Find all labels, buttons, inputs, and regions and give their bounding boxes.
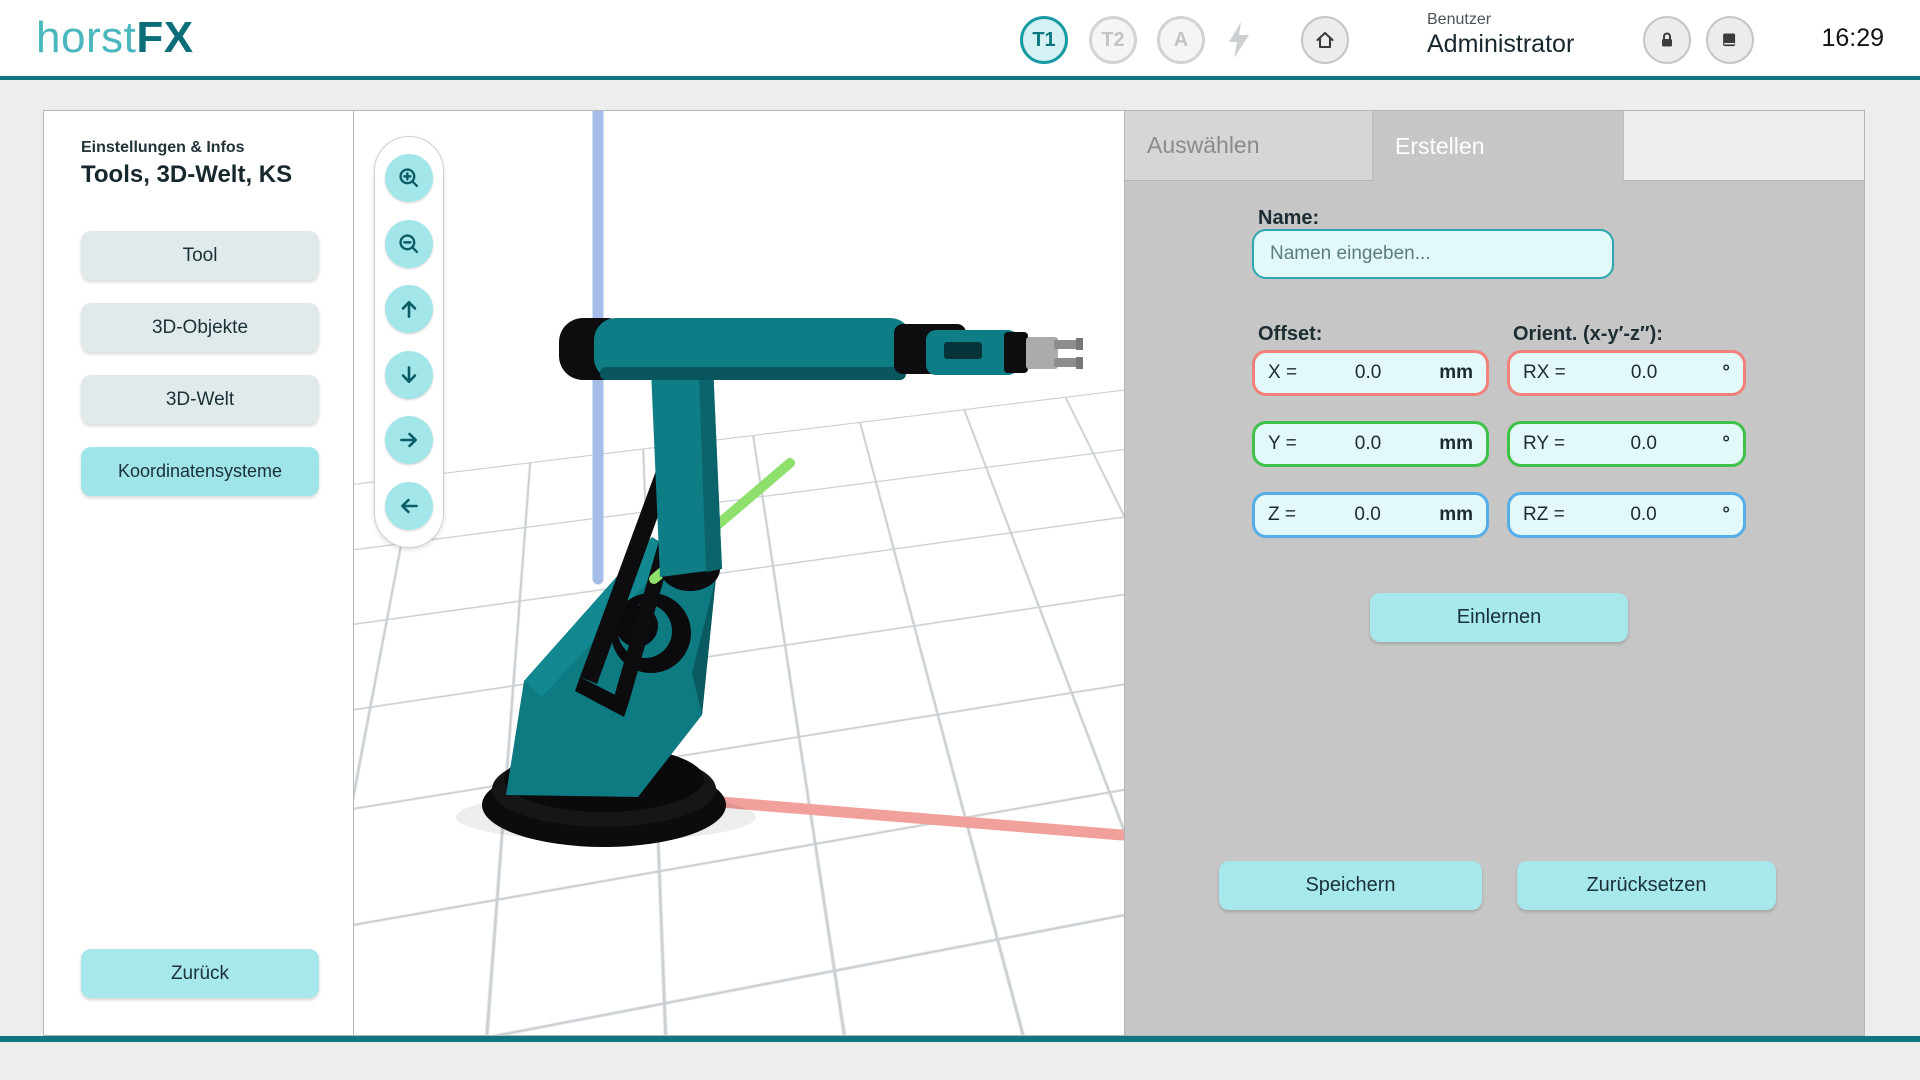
bottom-accent-bar bbox=[0, 1036, 1920, 1042]
offset-z-field[interactable]: Z = 0.0 mm bbox=[1252, 492, 1489, 538]
book-icon bbox=[1718, 28, 1742, 52]
field-label: RZ = bbox=[1523, 504, 1565, 526]
sidebar-item-label: 3D-Objekte bbox=[152, 317, 248, 339]
pan-left-button[interactable] bbox=[385, 482, 433, 530]
tab-label: Erstellen bbox=[1395, 133, 1484, 160]
mode-auto-button[interactable]: A bbox=[1157, 16, 1205, 64]
arrow-right-icon bbox=[396, 427, 422, 453]
save-button-label: Speichern bbox=[1305, 874, 1395, 897]
field-unit: ° bbox=[1722, 433, 1730, 455]
panel-tabs: Auswählen Erstellen bbox=[1125, 111, 1864, 181]
lock-button[interactable] bbox=[1643, 16, 1691, 64]
home-icon bbox=[1313, 28, 1337, 52]
sidebar-item-label: Tool bbox=[183, 245, 218, 267]
viewport-toolbar bbox=[374, 136, 444, 548]
offset-label: Offset: bbox=[1258, 323, 1322, 346]
clock: 16:29 bbox=[1821, 0, 1884, 76]
name-input[interactable] bbox=[1252, 229, 1614, 279]
field-value: 0.0 bbox=[1565, 433, 1722, 455]
teach-button-label: Einlernen bbox=[1457, 606, 1542, 629]
robot-scene bbox=[354, 111, 1124, 1035]
field-label: RX = bbox=[1523, 362, 1566, 384]
home-button[interactable] bbox=[1301, 16, 1349, 64]
tab-erstellen[interactable]: Erstellen bbox=[1373, 111, 1623, 181]
sidebar-item-label: Koordinatensysteme bbox=[118, 461, 282, 482]
sidebar-item-label: 3D-Welt bbox=[166, 389, 234, 411]
field-unit: mm bbox=[1439, 504, 1473, 526]
mode-t1-button[interactable]: T1 bbox=[1020, 16, 1068, 64]
offset-y-field[interactable]: Y = 0.0 mm bbox=[1252, 421, 1489, 467]
arrow-left-icon bbox=[396, 493, 422, 519]
lock-icon bbox=[1655, 28, 1679, 52]
user-name: Administrator bbox=[1427, 30, 1574, 59]
zoom-in-icon bbox=[396, 165, 422, 191]
zoom-in-button[interactable] bbox=[385, 154, 433, 202]
orient-ry-field[interactable]: RY = 0.0 ° bbox=[1507, 421, 1746, 467]
zoom-out-icon bbox=[396, 231, 422, 257]
save-button[interactable]: Speichern bbox=[1219, 861, 1482, 910]
mode-t2-label: T2 bbox=[1101, 29, 1124, 52]
logo-light-part: horst bbox=[36, 13, 136, 62]
mode-t1-label: T1 bbox=[1032, 29, 1055, 52]
field-unit: mm bbox=[1439, 362, 1473, 384]
logo-bold-part: FX bbox=[136, 13, 193, 62]
app-logo: horstFX bbox=[36, 0, 194, 76]
field-unit: mm bbox=[1439, 433, 1473, 455]
field-value: 0.0 bbox=[1565, 504, 1723, 526]
user-label: Benutzer bbox=[1427, 11, 1574, 29]
field-label: RY = bbox=[1523, 433, 1565, 455]
sidebar-item-3d-welt[interactable]: 3D-Welt bbox=[81, 375, 319, 424]
user-info: Benutzer Administrator bbox=[1427, 11, 1574, 59]
field-label: X = bbox=[1268, 362, 1297, 384]
robot-gripper bbox=[1026, 337, 1083, 369]
power-status-icon bbox=[1225, 21, 1253, 64]
name-label: Name: bbox=[1258, 207, 1319, 230]
mode-auto-label: A bbox=[1174, 29, 1188, 52]
top-bar: horstFX T1 T2 A Benutzer Administrator bbox=[0, 0, 1920, 80]
sidebar-item-koordinatensysteme[interactable]: Koordinatensysteme bbox=[81, 447, 319, 496]
tab-label: Auswählen bbox=[1147, 132, 1260, 159]
3d-viewport[interactable] bbox=[354, 111, 1124, 1035]
field-value: 0.0 bbox=[1566, 362, 1723, 384]
field-value: 0.0 bbox=[1296, 504, 1439, 526]
offset-x-field[interactable]: X = 0.0 mm bbox=[1252, 350, 1489, 396]
teach-button[interactable]: Einlernen bbox=[1370, 593, 1628, 642]
field-label: Z = bbox=[1268, 504, 1296, 526]
field-unit: ° bbox=[1722, 362, 1730, 384]
back-button-label: Zurück bbox=[171, 963, 229, 985]
field-value: 0.0 bbox=[1297, 362, 1439, 384]
pan-up-button[interactable] bbox=[385, 285, 433, 333]
orient-rx-field[interactable]: RX = 0.0 ° bbox=[1507, 350, 1746, 396]
zoom-out-button[interactable] bbox=[385, 220, 433, 268]
reset-button-label: Zurücksetzen bbox=[1586, 874, 1706, 897]
tab-auswaehlen[interactable]: Auswählen bbox=[1125, 111, 1373, 181]
sidebar-item-3d-objekte[interactable]: 3D-Objekte bbox=[81, 303, 319, 352]
field-value: 0.0 bbox=[1297, 433, 1439, 455]
orient-rz-field[interactable]: RZ = 0.0 ° bbox=[1507, 492, 1746, 538]
arrow-up-icon bbox=[396, 296, 422, 322]
coordinate-system-panel: Auswählen Erstellen Name: Offset: Orient… bbox=[1124, 111, 1864, 1035]
back-button[interactable]: Zurück bbox=[81, 949, 319, 998]
settings-sidebar: Einstellungen & Infos Tools, 3D-Welt, KS… bbox=[44, 111, 354, 1035]
field-unit: ° bbox=[1722, 504, 1730, 526]
manual-button[interactable] bbox=[1706, 16, 1754, 64]
pan-right-button[interactable] bbox=[385, 416, 433, 464]
arrow-down-icon bbox=[396, 362, 422, 388]
field-label: Y = bbox=[1268, 433, 1297, 455]
sidebar-subtitle: Einstellungen & Infos bbox=[81, 139, 245, 157]
sidebar-item-tool[interactable]: Tool bbox=[81, 231, 319, 280]
orient-label: Orient. (x-y′-z″): bbox=[1513, 323, 1663, 346]
pan-down-button[interactable] bbox=[385, 351, 433, 399]
main-content: Einstellungen & Infos Tools, 3D-Welt, KS… bbox=[43, 110, 1865, 1036]
tab-empty bbox=[1623, 111, 1864, 181]
robot-horizontal-arm bbox=[559, 318, 1028, 380]
sidebar-title: Tools, 3D-Welt, KS bbox=[81, 161, 292, 189]
reset-button[interactable]: Zurücksetzen bbox=[1517, 861, 1776, 910]
mode-t2-button[interactable]: T2 bbox=[1089, 16, 1137, 64]
